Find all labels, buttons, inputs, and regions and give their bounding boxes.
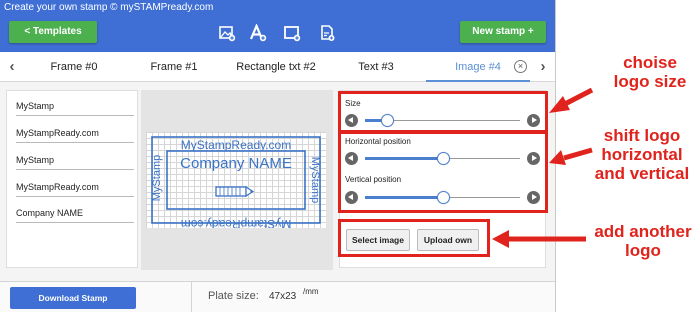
arrow-to-position xyxy=(549,147,593,165)
annotation-logo-size-text: choise logo size xyxy=(613,53,687,91)
arrow-to-size xyxy=(549,87,594,113)
annotation-logo-size: choise logo size xyxy=(604,53,696,91)
arrow-to-logo-buttons xyxy=(492,230,586,248)
annotation-shift-logo-text: shift logo horizontal and vertical xyxy=(594,126,690,183)
annotation-add-logo: add another logo xyxy=(590,222,696,260)
annotation-shift-logo: shift logo horizontal and vertical xyxy=(587,126,697,183)
annotation-add-logo-text: add another logo xyxy=(594,222,692,260)
